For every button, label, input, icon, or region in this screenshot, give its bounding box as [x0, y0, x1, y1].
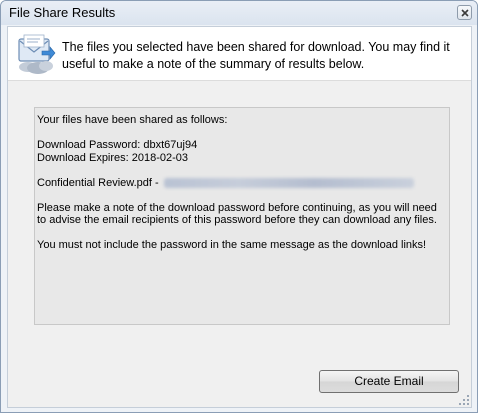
shared-file-line: Confidential Review.pdf -: [37, 177, 449, 190]
header-message: The files you selected have been shared …: [62, 40, 450, 71]
shared-file-label: Confidential Review.pdf -: [37, 176, 162, 189]
title-bar[interactable]: File Share Results: [1, 1, 477, 25]
close-icon: [461, 9, 469, 17]
summary-intro: Your files have been shared as follows:: [37, 114, 228, 126]
create-email-button[interactable]: Create Email: [319, 370, 459, 393]
download-expires-line: Download Expires: 2018-02-03: [37, 151, 189, 164]
redacted-download-link: [163, 177, 414, 188]
dialog-body: The files you selected have been shared …: [7, 26, 472, 408]
close-button[interactable]: [457, 5, 472, 20]
password-instruction: Please make a note of the download passw…: [37, 201, 437, 227]
header-band: The files you selected have been shared …: [8, 27, 471, 81]
file-share-results-window: File Share Results The files you selecte…: [0, 0, 478, 413]
password-warning: You must not include the password in the…: [37, 239, 427, 251]
download-password-line: Download Password: dbxt67uj94: [37, 139, 198, 151]
summary-text-area[interactable]: Your files have been shared as follows: …: [34, 107, 450, 325]
window-title: File Share Results: [9, 5, 116, 20]
email-envelope-icon: [18, 34, 56, 74]
resize-grip-icon[interactable]: [459, 395, 469, 405]
